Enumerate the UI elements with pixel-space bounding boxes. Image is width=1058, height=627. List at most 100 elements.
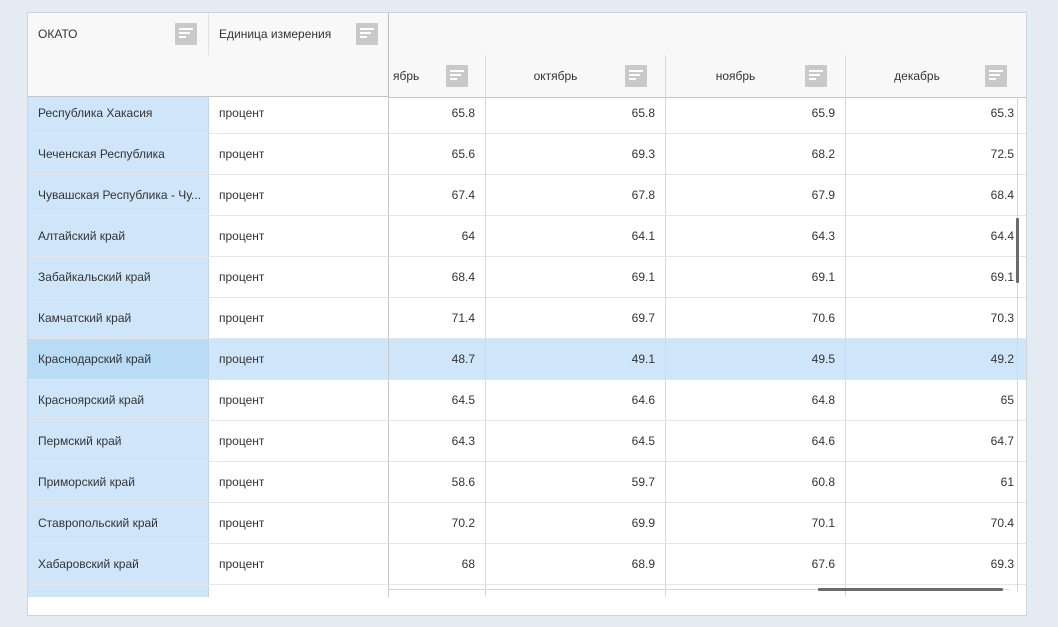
table-row[interactable]: Пермский край процент 64.3 64.5 64.6 64.7 [28,421,1026,462]
cell-value[interactable]: 64.5 [486,421,666,462]
cell-unit[interactable]: процент [209,134,389,175]
cell-value[interactable]: 67.9 [666,175,846,216]
cell-value[interactable]: 68.4 [846,175,1026,216]
table-row[interactable]: Амурская областьпроцент64.764.164.364.5 [28,585,1026,597]
column-menu-icon[interactable] [175,23,197,45]
cell-value[interactable]: 71.4 [389,298,486,339]
cell-value[interactable]: 69.1 [846,257,1026,298]
column-header-month[interactable]: ябрь [389,55,486,97]
cell-value[interactable]: 69.1 [666,257,846,298]
cell-okato[interactable]: Пермский край [28,421,209,462]
table-row[interactable]: Хабаровский край процент 68 68.9 67.6 69.3 [28,544,1026,585]
table-row[interactable]: Камчатский край процент 71.4 69.7 70.6 70.3 [28,298,1026,339]
cell-unit[interactable]: процент [209,503,389,544]
cell-value[interactable]: 69.9 [486,503,666,544]
table-row[interactable]: Краснодарский край процент 48.7 49.1 49.5 49.… [28,339,1026,380]
cell-value[interactable]: 48.7 [389,339,486,380]
column-header-month[interactable]: декабрь [846,55,1026,97]
cell-value[interactable]: 64.6 [666,421,846,462]
cell-okato[interactable]: Краснодарский край [28,339,209,380]
cell-value[interactable]: 64.5 [846,585,1026,597]
cell-okato[interactable]: Красноярский край [28,380,209,421]
vertical-scrollbar-track[interactable] [1017,97,1018,592]
cell-value[interactable]: 60.8 [666,462,846,503]
cell-value[interactable]: 68.2 [666,134,846,175]
cell-okato[interactable]: Республика Хакасия [28,97,209,134]
cell-unit[interactable]: процент [209,216,389,257]
table-row[interactable]: Алтайский край процент 64 64.1 64.3 64.4 [28,216,1026,257]
vertical-scrollbar-thumb[interactable] [1016,218,1019,283]
cell-unit[interactable]: процент [209,257,389,298]
column-menu-icon[interactable] [446,65,468,87]
column-menu-icon[interactable] [805,65,827,87]
table-row[interactable]: Ставропольский край процент 70.2 69.9 70.1 70… [28,503,1026,544]
cell-okato[interactable]: Забайкальский край [28,257,209,298]
cell-value[interactable]: 68.4 [389,257,486,298]
cell-okato[interactable]: Амурская область [28,585,209,597]
cell-value[interactable]: 65.8 [389,97,486,134]
cell-unit[interactable]: процент [209,585,389,597]
cell-value[interactable]: 69.7 [486,298,666,339]
cell-value[interactable]: 61 [846,462,1026,503]
horizontal-scrollbar-thumb[interactable] [818,588,1003,591]
column-header-month[interactable]: ноябрь [666,55,846,97]
column-header-month[interactable]: октябрь [486,55,666,97]
cell-value[interactable]: 65.6 [389,134,486,175]
cell-unit[interactable]: процент [209,462,389,503]
cell-value[interactable]: 68 [389,544,486,585]
table-row[interactable]: Приморский край процент 58.6 59.7 60.8 61 [28,462,1026,503]
cell-value[interactable]: 68.9 [486,544,666,585]
cell-value[interactable]: 65.8 [486,97,666,134]
cell-value[interactable]: 49.2 [846,339,1026,380]
cell-okato[interactable]: Приморский край [28,462,209,503]
table-row[interactable]: Чеченская Республика процент 65.6 69.3 68.2 7… [28,134,1026,175]
cell-okato[interactable]: Камчатский край [28,298,209,339]
table-row[interactable]: Республика Хакасия процент 65.8 65.8 65.9 65.… [28,97,1026,134]
cell-unit[interactable]: процент [209,97,389,134]
cell-value[interactable]: 64.7 [846,421,1026,462]
cell-value[interactable]: 64.8 [666,380,846,421]
cell-value[interactable]: 70.4 [846,503,1026,544]
cell-value[interactable]: 64.6 [486,380,666,421]
cell-value[interactable]: 70.3 [846,298,1026,339]
cell-okato[interactable]: Чувашская Республика - Чу... [28,175,209,216]
cell-value[interactable]: 64.5 [389,380,486,421]
cell-value[interactable]: 49.5 [666,339,846,380]
cell-value[interactable]: 65.3 [846,97,1026,134]
cell-unit[interactable]: процент [209,544,389,585]
cell-okato[interactable]: Хабаровский край [28,544,209,585]
cell-value[interactable]: 70.1 [666,503,846,544]
cell-value[interactable]: 67.6 [666,544,846,585]
cell-unit[interactable]: процент [209,339,389,380]
cell-okato[interactable]: Чеченская Республика [28,134,209,175]
cell-okato[interactable]: Алтайский край [28,216,209,257]
cell-value[interactable]: 64.1 [486,216,666,257]
cell-value[interactable]: 69.3 [846,544,1026,585]
cell-value[interactable]: 72.5 [846,134,1026,175]
table-row[interactable]: Забайкальский край процент 68.4 69.1 69.1 69.… [28,257,1026,298]
cell-value[interactable]: 67.4 [389,175,486,216]
table-row[interactable]: Чувашская Республика - Чу... процент 67.4 6… [28,175,1026,216]
cell-value[interactable]: 70.6 [666,298,846,339]
cell-value[interactable]: 64.3 [389,421,486,462]
column-header-okato[interactable]: ОКАТО [28,13,209,55]
cell-value[interactable]: 59.7 [486,462,666,503]
cell-value[interactable]: 69.1 [486,257,666,298]
column-menu-icon[interactable] [356,23,378,45]
cell-value[interactable]: 58.6 [389,462,486,503]
cell-value[interactable]: 69.3 [486,134,666,175]
cell-value[interactable]: 64.3 [666,216,846,257]
column-menu-icon[interactable] [985,65,1007,87]
cell-value[interactable]: 64.4 [846,216,1026,257]
column-header-unit[interactable]: Единица измерения [209,13,388,55]
cell-value[interactable]: 64.1 [486,585,666,597]
cell-unit[interactable]: процент [209,298,389,339]
cell-okato[interactable]: Ставропольский край [28,503,209,544]
cell-value[interactable]: 67.8 [486,175,666,216]
column-menu-icon[interactable] [625,65,647,87]
cell-unit[interactable]: процент [209,380,389,421]
cell-value[interactable]: 70.2 [389,503,486,544]
cell-value[interactable]: 49.1 [486,339,666,380]
cell-value[interactable]: 64 [389,216,486,257]
cell-value[interactable]: 64.7 [389,585,486,597]
